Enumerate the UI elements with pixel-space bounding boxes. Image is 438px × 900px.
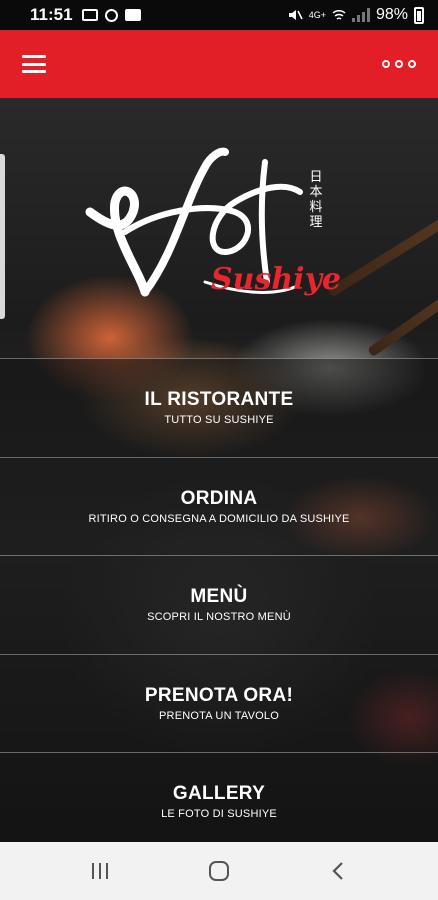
kanji-char: 理 [309,215,323,230]
menu-item-menu[interactable]: MENÙ SCOPRI IL NOSTRO MENÙ [0,555,438,654]
menu-item-title: MENÙ [190,586,248,608]
menu-item-subtitle: LE FOTO DI SUSHIYE [161,808,277,821]
menu-item-subtitle: SCOPRI IL NOSTRO MENÙ [147,611,291,624]
menu-item-title: IL RISTORANTE [144,389,294,411]
kanji-char: 日 [309,170,323,185]
hamburger-icon[interactable] [22,55,46,73]
image-icon [124,9,141,21]
kanji-char: 料 [309,200,323,215]
kanji-column: 日 本 料 理 [307,170,325,230]
kanji-char: 本 [309,185,323,200]
main-menu: IL RISTORANTE TUTTO SU SUSHIYE ORDINA RI… [0,358,438,842]
drawer-handle[interactable] [0,154,5,319]
more-horizontal-icon[interactable] [382,60,416,68]
chopstick-image-2 [367,280,438,358]
menu-item-title: ORDINA [180,487,258,509]
battery-icon [414,6,424,24]
recent-apps-icon[interactable] [80,851,120,891]
menu-item-subtitle: PRENOTA UN TAVOLO [159,709,279,722]
home-content: 日 本 料 理 Sushiye IL RISTORANTE TUTTO SU S… [0,98,438,842]
menu-item-prenota[interactable]: PRENOTA ORA! PRENOTA UN TAVOLO [0,653,438,752]
sushiye-logo: 日 本 料 理 Sushiye [85,142,365,312]
hand-icon [104,8,118,22]
menu-item-subtitle: RITIRO O CONSEGNA A DOMICILIO DA SUSHIYE [88,512,350,525]
menu-item-ristorante[interactable]: IL RISTORANTE TUTTO SU SUSHIYE [0,358,438,457]
status-bar: 11:51 4G+ 98% [0,0,438,30]
battery-percent: 98% [375,6,408,23]
menu-item-subtitle: TUTTO SU SUSHIYE [164,414,274,427]
wifi-calling-icon [332,9,346,20]
back-icon[interactable] [318,851,358,891]
home-icon[interactable] [199,851,239,891]
menu-item-gallery[interactable]: GALLERY LE FOTO DI SUSHIYE [0,752,438,842]
menu-item-ordina[interactable]: ORDINA RITIRO O CONSEGNA A DOMICILIO DA … [0,456,438,555]
brand-wordmark: Sushiye [211,262,342,297]
status-time: 11:51 [30,5,73,24]
system-icons: 4G+ 98% [287,6,424,24]
menu-item-title: GALLERY [172,783,266,805]
menu-item-title: PRENOTA ORA! [144,684,294,706]
system-nav-bar [0,842,438,900]
signal-icon [351,8,370,22]
app-bar [0,30,438,98]
mute-icon [288,10,303,20]
notification-icons [81,8,141,22]
laptop-icon [81,9,98,21]
network-type-label: 4G+ [308,9,326,20]
